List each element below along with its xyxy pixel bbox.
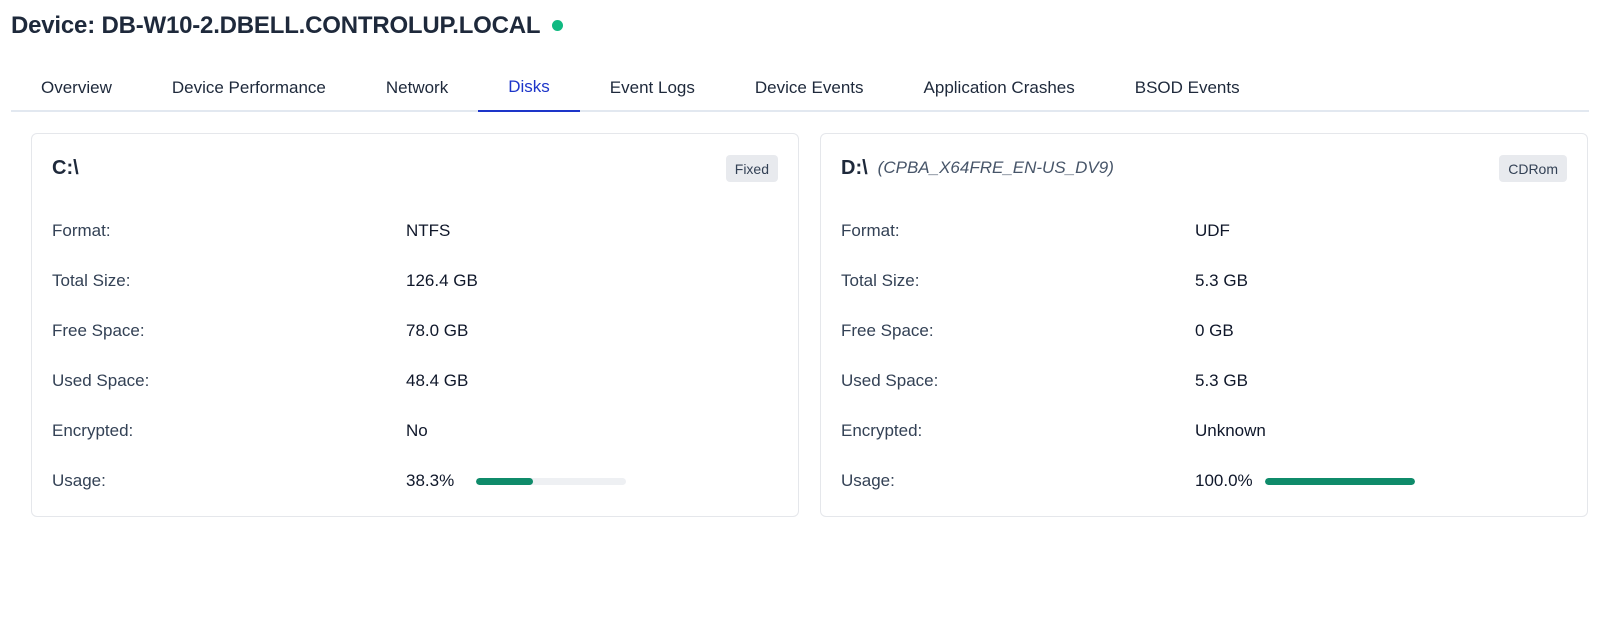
- tab-network[interactable]: Network: [356, 64, 478, 112]
- free-space-value: 78.0 GB: [406, 321, 469, 340]
- total-size-value: 5.3 GB: [1195, 271, 1248, 290]
- total-size-row: Total Size: 126.4 GB: [52, 256, 778, 306]
- total-size-label: Total Size:: [52, 271, 131, 290]
- format-row: Format: UDF: [841, 206, 1567, 256]
- encrypted-value: Unknown: [1195, 421, 1266, 440]
- encrypted-row: Encrypted: Unknown: [841, 406, 1567, 456]
- disk-card-header: D:\ (CPBA_X64FRE_EN-US_DV9) CDRom: [841, 154, 1567, 182]
- page-header: Device: DB-W10-2.DBELL.CONTROLUP.LOCAL: [11, 10, 564, 42]
- usage-progress-bar: [476, 477, 626, 485]
- format-label: Format:: [52, 221, 111, 240]
- drive-type-badge: Fixed: [725, 155, 778, 182]
- usage-percent: 38.3%: [406, 471, 455, 490]
- format-label: Format:: [841, 221, 900, 240]
- encrypted-row: Encrypted: No: [52, 406, 778, 456]
- usage-label: Usage:: [841, 471, 895, 490]
- tab-overview[interactable]: Overview: [11, 64, 142, 112]
- disk-details: Format: UDF Total Size: 5.3 GB Free Spac…: [841, 206, 1567, 506]
- volume-label: (CPBA_X64FRE_EN-US_DV9): [877, 158, 1114, 177]
- free-space-row: Free Space: 0 GB: [841, 306, 1567, 356]
- drive-letter: C:\: [52, 156, 79, 179]
- page-title: Device: DB-W10-2.DBELL.CONTROLUP.LOCAL: [11, 12, 541, 39]
- usage-row: Usage: 100.0%: [841, 456, 1567, 506]
- tab-device-events[interactable]: Device Events: [725, 64, 894, 112]
- used-space-value: 48.4 GB: [406, 371, 469, 390]
- format-row: Format: NTFS: [52, 206, 778, 256]
- used-space-row: Used Space: 48.4 GB: [52, 356, 778, 406]
- used-space-row: Used Space: 5.3 GB: [841, 356, 1567, 406]
- encrypted-label: Encrypted:: [52, 421, 134, 440]
- used-space-value: 5.3 GB: [1195, 371, 1248, 390]
- tab-device-performance[interactable]: Device Performance: [142, 64, 356, 112]
- tab-bar: Overview Device Performance Network Disk…: [11, 64, 1589, 112]
- format-value: NTFS: [406, 221, 451, 240]
- usage-progress-bar: [1265, 477, 1415, 485]
- disk-details: Format: NTFS Total Size: 126.4 GB Free S…: [52, 206, 778, 506]
- total-size-row: Total Size: 5.3 GB: [841, 256, 1567, 306]
- disk-card-header: C:\ Fixed: [52, 154, 778, 182]
- free-space-label: Free Space:: [52, 321, 145, 340]
- total-size-value: 126.4 GB: [406, 271, 478, 290]
- drive-letter: D:\: [841, 156, 868, 179]
- usage-value: 100.0%: [1195, 471, 1415, 491]
- disk-card-c: C:\ Fixed Format: NTFS Total Size: 126.4…: [31, 133, 799, 517]
- used-space-label: Used Space:: [841, 371, 939, 390]
- usage-progress-fill: [1265, 477, 1415, 485]
- used-space-label: Used Space:: [52, 371, 150, 390]
- tab-disks[interactable]: Disks: [478, 64, 580, 112]
- drive-type-badge: CDRom: [1499, 155, 1567, 182]
- usage-progress-fill: [476, 477, 534, 485]
- usage-value: 38.3%: [406, 471, 626, 491]
- usage-label: Usage:: [52, 471, 106, 490]
- tab-application-crashes[interactable]: Application Crashes: [894, 64, 1105, 112]
- encrypted-label: Encrypted:: [841, 421, 923, 440]
- usage-row: Usage: 38.3%: [52, 456, 778, 506]
- total-size-label: Total Size:: [841, 271, 920, 290]
- free-space-row: Free Space: 78.0 GB: [52, 306, 778, 356]
- free-space-label: Free Space:: [841, 321, 934, 340]
- free-space-value: 0 GB: [1195, 321, 1234, 340]
- usage-percent: 100.0%: [1195, 471, 1253, 490]
- online-status-icon: [552, 19, 564, 31]
- encrypted-value: No: [406, 421, 428, 440]
- format-value: UDF: [1195, 221, 1230, 240]
- disk-card-d: D:\ (CPBA_X64FRE_EN-US_DV9) CDRom Format…: [820, 133, 1588, 517]
- tab-bsod-events[interactable]: BSOD Events: [1105, 64, 1270, 112]
- tab-event-logs[interactable]: Event Logs: [580, 64, 725, 112]
